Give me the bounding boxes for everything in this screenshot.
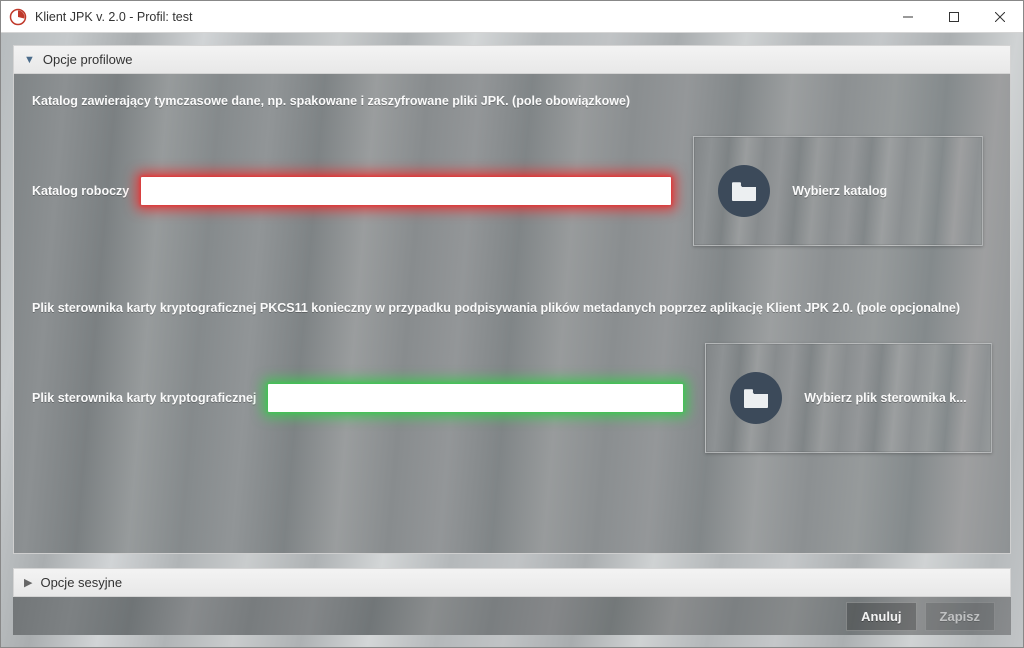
driver-file-row: Plik sterownika karty kryptograficznej W… [32, 343, 992, 453]
choose-directory-label: Wybierz katalog [792, 184, 887, 198]
folder-icon [730, 372, 782, 424]
close-button[interactable] [977, 1, 1023, 32]
cancel-button[interactable]: Anuluj [846, 602, 916, 631]
maximize-button[interactable] [931, 1, 977, 32]
minimize-button[interactable] [885, 1, 931, 32]
chevron-down-icon: ▼ [24, 54, 35, 66]
save-button: Zapisz [925, 602, 995, 631]
window-title: Klient JPK v. 2.0 - Profil: test [35, 10, 885, 24]
app-icon [9, 8, 27, 26]
working-dir-label: Katalog roboczy [32, 184, 129, 198]
driver-file-input[interactable] [268, 384, 683, 412]
profile-panel: Katalog zawierający tymczasowe dane, np.… [13, 74, 1011, 554]
folder-icon [718, 165, 770, 217]
working-dir-input[interactable] [141, 177, 671, 205]
app-window: Klient JPK v. 2.0 - Profil: test ▼ Opcje… [0, 0, 1024, 648]
working-dir-row: Katalog roboczy Wybierz katalog [32, 136, 992, 246]
driver-file-label: Plik sterownika karty kryptograficznej [32, 391, 256, 405]
accordion-profile-label: Opcje profilowe [43, 52, 133, 67]
working-dir-description: Katalog zawierający tymczasowe dane, np.… [32, 94, 992, 108]
choose-driver-file-label: Wybierz plik sterownika k... [804, 391, 966, 405]
chevron-right-icon: ▶ [24, 576, 32, 589]
driver-file-description: Plik sterownika karty kryptograficznej P… [32, 301, 992, 315]
choose-driver-file-button[interactable]: Wybierz plik sterownika k... [705, 343, 992, 453]
accordion-session-header[interactable]: ▶ Opcje sesyjne [13, 568, 1011, 597]
spacer [13, 554, 1011, 568]
footer: Anuluj Zapisz [13, 597, 1011, 635]
accordion-session-label: Opcje sesyjne [40, 575, 122, 590]
window-controls [885, 1, 1023, 32]
choose-directory-button[interactable]: Wybierz katalog [693, 136, 983, 246]
accordion-profile-header[interactable]: ▼ Opcje profilowe [13, 45, 1011, 74]
titlebar: Klient JPK v. 2.0 - Profil: test [1, 1, 1023, 33]
client-area: ▼ Opcje profilowe Katalog zawierający ty… [1, 33, 1023, 647]
